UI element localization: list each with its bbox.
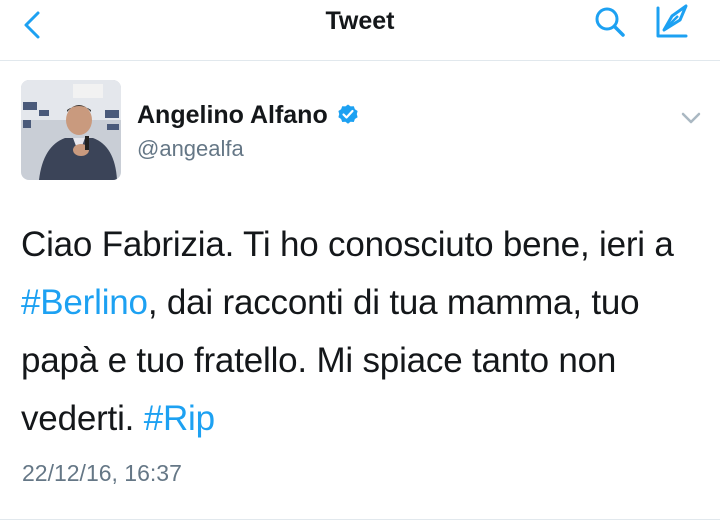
author-handle[interactable]: @angealfa [137, 136, 244, 162]
compose-tweet-icon [656, 4, 688, 38]
compose-tweet-button[interactable] [650, 2, 694, 42]
tweet-options-button[interactable] [676, 106, 706, 130]
verified-badge-icon [338, 104, 358, 124]
tweet-timestamp: 22/12/16, 16:37 [22, 460, 182, 486]
tweet-text: Ciao Fabrizia. Ti ho conosciuto bene, ie… [21, 216, 701, 448]
hashtag-link[interactable]: #Berlino [21, 283, 148, 322]
divider [0, 519, 720, 520]
profile-photo [21, 80, 121, 180]
author-name-row[interactable]: Angelino Alfano [137, 98, 360, 132]
search-icon [595, 7, 625, 37]
tweet-text-segment: Ciao Fabrizia. Ti ho conosciuto bene, ie… [21, 225, 674, 264]
top-navigation-bar: Tweet [0, 0, 720, 61]
search-button[interactable] [590, 2, 630, 42]
author-display-name[interactable]: Angelino Alfano [137, 101, 328, 130]
hashtag-link[interactable]: #Rip [144, 399, 215, 438]
avatar[interactable] [21, 80, 121, 180]
chevron-down-icon [681, 112, 701, 124]
